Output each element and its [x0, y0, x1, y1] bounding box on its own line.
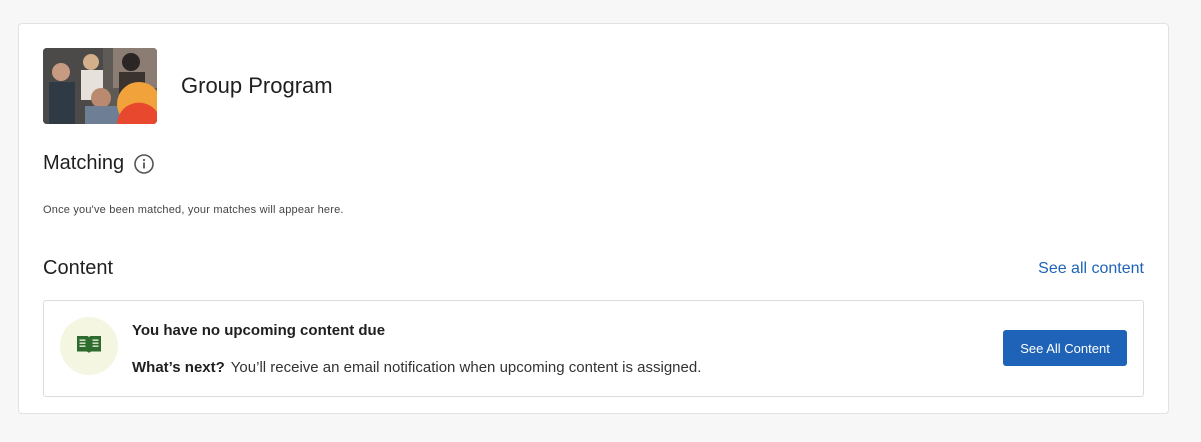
whats-next-description: You’ll receive an email notification whe…: [230, 359, 702, 376]
program-image: [43, 48, 157, 124]
matching-title: Matching: [43, 152, 125, 174]
whats-next-label: What’s next?: [132, 359, 225, 376]
book-icon-badge: [60, 317, 118, 375]
program-title: Group Program: [181, 73, 333, 98]
see-all-content-button[interactable]: See All Content: [1003, 330, 1127, 366]
book-icon: [75, 333, 103, 360]
content-section-header: Content See all content: [43, 257, 1144, 280]
content-title: Content: [43, 257, 114, 279]
program-header: Group Program: [43, 48, 333, 124]
info-icon[interactable]: [133, 153, 155, 175]
whats-next-text: What’s next? You’ll receive an email noti…: [132, 359, 701, 376]
no-content-heading: You have no upcoming content due: [132, 322, 386, 339]
see-all-content-link[interactable]: See all content: [1038, 260, 1144, 278]
group-photo-illustration: [43, 48, 157, 124]
upcoming-content-box: You have no upcoming content due What’s …: [43, 300, 1144, 397]
matching-note: Once you've been matched, your matches w…: [43, 204, 344, 216]
program-card: Group Program Matching Once you've been …: [18, 23, 1169, 414]
matching-section-header: Matching: [43, 152, 155, 175]
